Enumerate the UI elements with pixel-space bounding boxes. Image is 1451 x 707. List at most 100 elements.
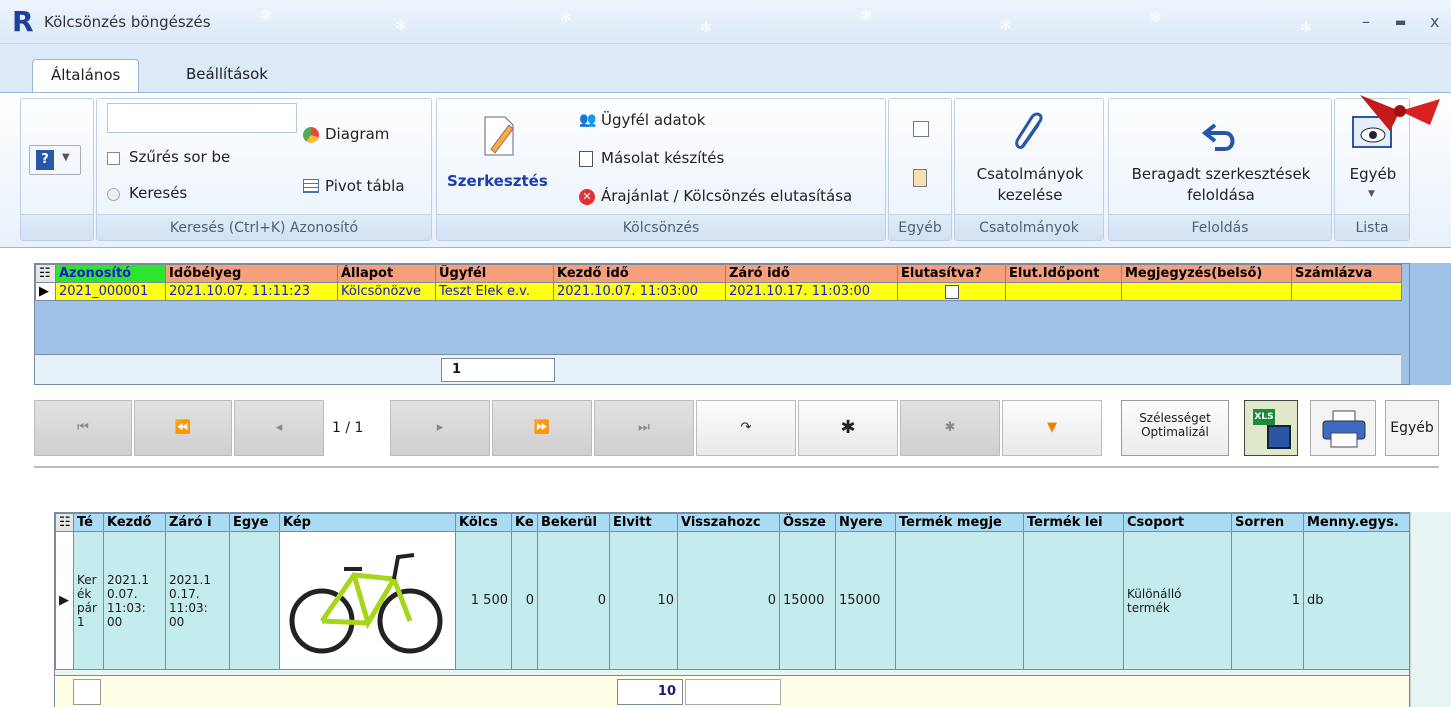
- refresh-button[interactable]: ↷: [696, 400, 796, 456]
- column-header-cost[interactable]: Bekerül: [537, 513, 610, 532]
- nav-first-button[interactable]: ⏮: [34, 400, 132, 456]
- cell-taken[interactable]: 10: [609, 531, 678, 670]
- filter-row-checkbox[interactable]: [107, 152, 120, 165]
- column-header-product-desc[interactable]: Termék lei: [1023, 513, 1124, 532]
- note-edit-icon[interactable]: [913, 121, 929, 137]
- cell-reject-time[interactable]: [1005, 282, 1122, 301]
- cell-rejected[interactable]: [897, 282, 1006, 301]
- tab-general[interactable]: Általános: [32, 59, 140, 92]
- column-header-id[interactable]: Azonosító: [55, 264, 166, 283]
- search-radio[interactable]: [107, 188, 120, 201]
- attachments-label-2[interactable]: kezelése: [955, 186, 1105, 204]
- copy-button[interactable]: Másolat készítés: [601, 149, 724, 167]
- cell-end[interactable]: 2021.1 0.17. 11:03: 00: [165, 531, 230, 670]
- cell-ke[interactable]: 0: [511, 531, 538, 670]
- cell-id[interactable]: 2021_000001: [55, 282, 166, 301]
- column-header-unit-price[interactable]: Egye: [229, 513, 280, 532]
- reject-button[interactable]: Árajánlat / Kölcsönzés elutasítása: [601, 187, 852, 205]
- cell-invoiced[interactable]: [1291, 282, 1402, 301]
- cell-type[interactable]: Ker ék pár 1: [73, 531, 104, 670]
- nav-next-page-button[interactable]: ⏩: [492, 400, 592, 456]
- cell-unit-price[interactable]: [229, 531, 280, 670]
- edit-icon: [484, 116, 514, 156]
- pivot-table-button[interactable]: Pivot tábla: [325, 177, 405, 195]
- row-selector-header[interactable]: ☷: [35, 264, 56, 283]
- column-header-image[interactable]: Kép: [279, 513, 456, 532]
- column-header-returned[interactable]: Visszahozc: [677, 513, 780, 532]
- column-header-group[interactable]: Csoport: [1123, 513, 1232, 532]
- nav-next-button[interactable]: ▸: [390, 400, 490, 456]
- table-row[interactable]: ▶ 2021_000001 2021.10.07. 11:11:23 Kölcs…: [35, 282, 1402, 301]
- paste-icon[interactable]: [913, 169, 927, 187]
- table-row[interactable]: ▶ Ker ék pár 1 2021.1 0.07. 11:03: 00 20…: [55, 531, 1410, 670]
- splitter[interactable]: [34, 466, 1439, 468]
- cell-profit[interactable]: 15000: [835, 531, 896, 670]
- cell-cost[interactable]: 0: [537, 531, 610, 670]
- cell-note[interactable]: [1121, 282, 1292, 301]
- column-header-product-note[interactable]: Termék megje: [895, 513, 1024, 532]
- navigator-other-button[interactable]: Egyéb: [1385, 400, 1439, 456]
- diagram-button[interactable]: Diagram: [325, 125, 389, 143]
- list-other-button[interactable]: Egyéb: [1335, 165, 1411, 183]
- column-header-start[interactable]: Kezdő idő: [553, 264, 726, 283]
- column-header-order[interactable]: Sorren: [1231, 513, 1304, 532]
- rental-group-label: Kölcsönzés: [437, 214, 885, 240]
- tab-settings[interactable]: Beállítások: [168, 59, 286, 92]
- column-header-invoiced[interactable]: Számlázva: [1291, 264, 1402, 283]
- undo-icon: [1201, 123, 1235, 151]
- search-input[interactable]: [107, 103, 297, 133]
- optimize-width-button[interactable]: Szélességet Optimalizál: [1121, 400, 1229, 456]
- cell-product-desc[interactable]: [1023, 531, 1124, 670]
- column-header-rent[interactable]: Kölcs: [455, 513, 512, 532]
- cell-product-note[interactable]: [895, 531, 1024, 670]
- column-header-timestamp[interactable]: Időbélyeg: [165, 264, 338, 283]
- cell-total[interactable]: 15000: [779, 531, 836, 670]
- cell-group[interactable]: Különálló termék: [1123, 531, 1232, 670]
- cell-end[interactable]: 2021.10.17. 11:03:00: [725, 282, 898, 301]
- cell-rent[interactable]: 1 500: [455, 531, 512, 670]
- column-header-customer[interactable]: Ügyfél: [435, 264, 554, 283]
- cell-unit[interactable]: db: [1303, 531, 1410, 670]
- cell-start[interactable]: 2021.1 0.07. 11:03: 00: [103, 531, 166, 670]
- nav-prev-button[interactable]: ◂: [234, 400, 324, 456]
- nav-last-button[interactable]: ⏭: [594, 400, 694, 456]
- export-xls-button[interactable]: XLS: [1244, 400, 1298, 456]
- column-header-ke[interactable]: Ke: [511, 513, 538, 532]
- column-header-type[interactable]: Té: [73, 513, 104, 532]
- new-record-button[interactable]: ✱: [798, 400, 898, 456]
- cell-customer[interactable]: Teszt Elek e.v.: [435, 282, 554, 301]
- cell-image[interactable]: [279, 531, 456, 670]
- edit-button[interactable]: Szerkesztés: [447, 172, 548, 190]
- minimize-icon[interactable]: –: [1362, 12, 1370, 31]
- delete-record-button[interactable]: ✱: [900, 400, 1000, 456]
- column-header-start[interactable]: Kezdő: [103, 513, 166, 532]
- column-header-end[interactable]: Záró i: [165, 513, 230, 532]
- column-header-total[interactable]: Össze: [779, 513, 836, 532]
- customer-data-button[interactable]: Ügyfél adatok: [601, 111, 705, 129]
- rejected-checkbox[interactable]: [944, 284, 959, 299]
- close-icon[interactable]: x: [1430, 12, 1439, 31]
- column-header-note[interactable]: Megjegyzés(belső): [1121, 264, 1292, 283]
- column-header-end[interactable]: Záró idő: [725, 264, 898, 283]
- item-grid: ☷ Té Kezdő Záró i Egye Kép Kölcs Ke Beke…: [54, 512, 1410, 707]
- filter-button[interactable]: ▼: [1002, 400, 1102, 456]
- unlock-label-1[interactable]: Beragadt szerkesztések: [1109, 165, 1333, 183]
- cell-timestamp[interactable]: 2021.10.07. 11:11:23: [165, 282, 338, 301]
- attachments-label-1[interactable]: Csatolmányok: [955, 165, 1105, 183]
- maximize-icon[interactable]: ▬: [1395, 15, 1406, 29]
- column-header-rejected[interactable]: Elutasítva?: [897, 264, 1006, 283]
- column-header-profit[interactable]: Nyere: [835, 513, 896, 532]
- unlock-label-2[interactable]: feloldása: [1109, 186, 1333, 204]
- cell-returned[interactable]: 0: [677, 531, 780, 670]
- cell-order[interactable]: 1: [1231, 531, 1304, 670]
- cell-status[interactable]: Kölcsönözve: [337, 282, 436, 301]
- cell-start[interactable]: 2021.10.07. 11:03:00: [553, 282, 726, 301]
- print-button[interactable]: [1310, 400, 1376, 456]
- column-header-taken[interactable]: Elvitt: [609, 513, 678, 532]
- column-header-unit[interactable]: Menny.egys.: [1303, 513, 1410, 532]
- column-header-status[interactable]: Állapot: [337, 264, 436, 283]
- nav-prev-page-button[interactable]: ⏪: [134, 400, 232, 456]
- help-dropdown[interactable]: ? ▼: [29, 145, 81, 175]
- row-selector-header[interactable]: ☷: [55, 513, 74, 532]
- column-header-reject-time[interactable]: Elut.Időpont: [1005, 264, 1122, 283]
